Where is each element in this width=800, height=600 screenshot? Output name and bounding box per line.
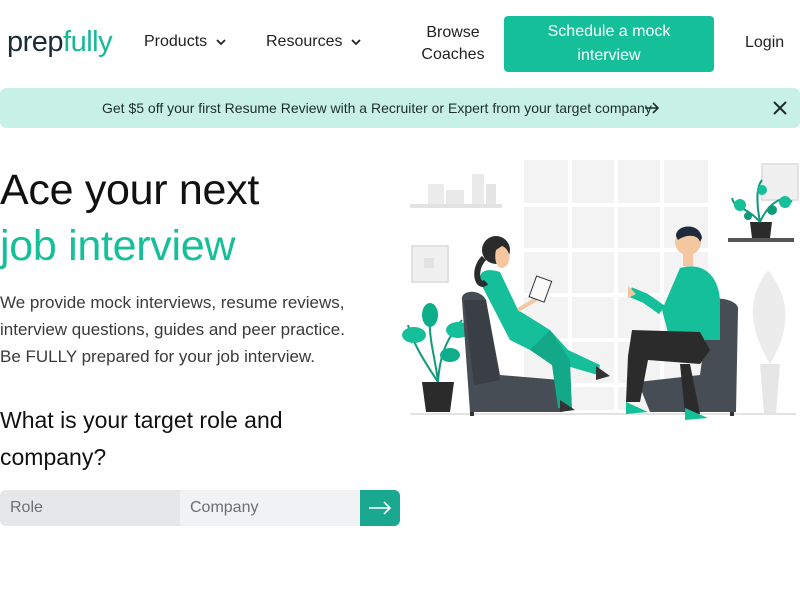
description-line2: interview questions, guides and peer pra… xyxy=(0,320,345,339)
nav-products-label: Products xyxy=(144,33,208,50)
headline-line1: Ace your next xyxy=(0,166,260,214)
hero-description: We provide mock interviews, resume revie… xyxy=(0,289,400,370)
promo-banner[interactable]: Get $5 off your first Resume Review with… xyxy=(0,88,800,128)
role-input[interactable] xyxy=(0,490,180,526)
question-line1: What is your target role and xyxy=(0,407,283,433)
logo-fully: fully xyxy=(63,26,113,58)
logo-prep: prep xyxy=(7,26,64,58)
search-submit-button[interactable] xyxy=(360,490,400,526)
nav-browse-coaches[interactable]: Browse Coaches xyxy=(420,22,486,66)
left-plant-illustration xyxy=(402,303,470,412)
logo[interactable]: prepfully xyxy=(7,26,113,59)
arrow-right-icon xyxy=(369,501,392,515)
chevron-down-icon xyxy=(216,39,226,46)
nav-browse-line1: Browse xyxy=(426,24,480,41)
interview-illustration xyxy=(402,160,799,420)
header: prepfully Products Resources Browse Coac… xyxy=(0,0,800,88)
nav-resources-label: Resources xyxy=(266,33,343,50)
schedule-mock-interview-button[interactable]: Schedule a mock interview xyxy=(504,16,714,72)
page: prepfully Products Resources Browse Coac… xyxy=(0,0,800,600)
headline-line2: job interview xyxy=(0,222,236,270)
description-line1: We provide mock interviews, resume revie… xyxy=(0,293,345,312)
picture-frame xyxy=(761,163,799,201)
cta-line2: interview xyxy=(577,47,641,64)
arrow-right-icon[interactable] xyxy=(644,101,660,115)
chevron-down-icon xyxy=(351,39,362,46)
target-search-form xyxy=(0,490,400,526)
close-icon[interactable] xyxy=(771,99,789,117)
description-line3: Be FULLY prepared for your job interview… xyxy=(0,347,315,366)
shelf-illustration xyxy=(410,174,502,283)
login-link[interactable]: Login xyxy=(745,34,784,52)
nav-browse-line2: Coaches xyxy=(421,46,485,63)
promo-banner-text[interactable]: Get $5 off your first Resume Review with… xyxy=(102,100,652,116)
nav-resources[interactable]: Resources xyxy=(266,33,362,51)
nav-products[interactable]: Products xyxy=(144,33,227,51)
tall-plant-illustration xyxy=(752,270,786,414)
question-line2: company? xyxy=(0,444,107,470)
company-input[interactable] xyxy=(180,490,360,526)
cta-line1: Schedule a mock xyxy=(547,23,671,40)
target-role-question: What is your target role and company? xyxy=(0,402,320,476)
